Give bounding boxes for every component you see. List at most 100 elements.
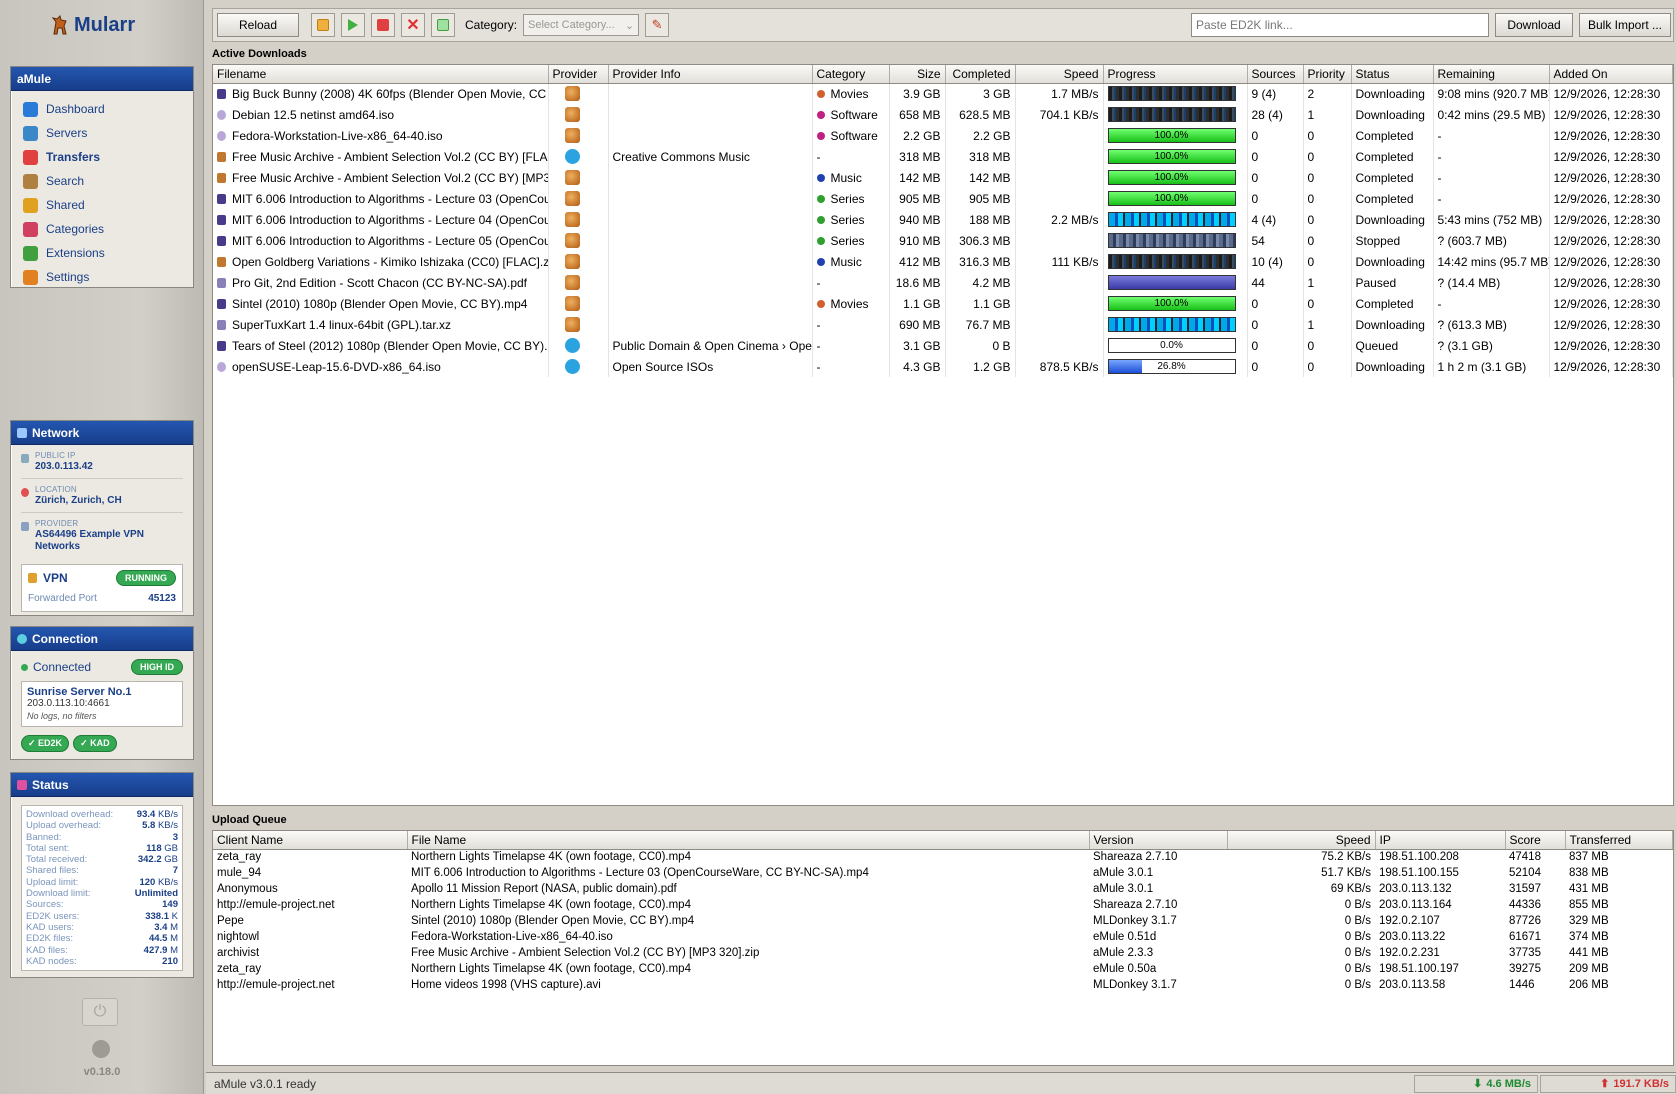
download-row[interactable]: openSUSE-Leap-15.6-DVD-x86_64.iso Open So… — [213, 356, 1673, 377]
column-header[interactable]: Provider — [548, 65, 609, 84]
upload-row[interactable]: archivist Free Music Archive - Ambient Se… — [213, 945, 1673, 961]
clear-completed-icon — [437, 19, 449, 31]
ip: 198.51.100.155 — [1379, 867, 1459, 879]
column-header[interactable]: Client Name — [213, 831, 408, 850]
upload-row[interactable]: Pepe Sintel (2010) 1080p (Blender Open Mo… — [213, 913, 1673, 929]
provider-cell — [548, 104, 609, 125]
public-ip-row: PUBLIC IP 203.0.113.42 — [21, 451, 183, 479]
column-header[interactable]: Status — [1351, 65, 1434, 84]
speed: 0 B/s — [1344, 963, 1371, 975]
column-header[interactable]: Progress — [1103, 65, 1248, 84]
category-cell: Movies — [812, 83, 890, 104]
speed: 0 B/s — [1344, 899, 1371, 911]
stop-button[interactable] — [371, 13, 395, 37]
power-button[interactable]: ⏻ — [82, 998, 118, 1026]
download-row[interactable]: Free Music Archive - Ambient Selection V… — [213, 146, 1673, 167]
remaining: - — [1433, 125, 1550, 146]
github-icon[interactable] — [92, 1040, 110, 1058]
download-row[interactable]: Sintel (2010) 1080p (Blender Open Movie,… — [213, 293, 1673, 314]
download-row[interactable]: Debian 12.5 netinst amd64.iso Software 658… — [213, 104, 1673, 125]
download-row[interactable]: Fedora-Workstation-Live-x86_64-40.iso Sof… — [213, 125, 1673, 146]
upload-row[interactable]: zeta_ray Northern Lights Timelapse 4K (ow… — [213, 849, 1673, 865]
upload-row[interactable]: zeta_ray Northern Lights Timelapse 4K (ow… — [213, 961, 1673, 977]
column-header[interactable]: Size — [889, 65, 946, 84]
status: Queued — [1351, 335, 1434, 356]
nav-item-transfers[interactable]: Transfers — [23, 145, 193, 169]
status-row: Upload overhead: 5.8 KB/s — [26, 820, 178, 831]
completed: 1.1 GB — [945, 293, 1016, 314]
column-header[interactable]: Added On — [1549, 65, 1673, 84]
clear-completed-button[interactable] — [431, 13, 455, 37]
nav-item-settings[interactable]: Settings — [23, 265, 193, 289]
download-row[interactable]: MIT 6.006 Introduction to Algorithms - L… — [213, 209, 1673, 230]
column-header[interactable]: Speed — [1227, 831, 1376, 850]
nav-panel: aMule Dashboard Servers Transfers Search Sha… — [10, 66, 194, 288]
score: 31597 — [1509, 883, 1541, 895]
status-value: Unlimited — [135, 888, 178, 899]
nav-item-categories[interactable]: Categories — [23, 217, 193, 241]
column-header[interactable]: Completed — [945, 65, 1016, 84]
download-row[interactable]: Tears of Steel (2012) 1080p (Blender Ope… — [213, 335, 1673, 356]
upload-row[interactable]: Anonymous Apollo 11 Mission Report (NASA,… — [213, 881, 1673, 897]
pause-button[interactable] — [311, 13, 335, 37]
download-row[interactable]: Open Goldberg Variations - Kimiko Ishiza… — [213, 251, 1673, 272]
column-header[interactable]: File Name — [407, 831, 1090, 850]
column-header[interactable]: Filename — [213, 65, 549, 84]
size: 658 MB — [889, 104, 946, 125]
upload-row[interactable]: mule_94 MIT 6.006 Introduction to Algorit… — [213, 865, 1673, 881]
download-row[interactable]: MIT 6.006 Introduction to Algorithms - L… — [213, 230, 1673, 251]
status-unit: K — [171, 910, 178, 922]
column-header[interactable]: Score — [1505, 831, 1566, 850]
upload-row[interactable]: http://emule-project.net Home videos 1998… — [213, 977, 1673, 993]
column-header[interactable]: IP — [1375, 831, 1506, 850]
upload-row[interactable]: http://emule-project.net Northern Lights … — [213, 897, 1673, 913]
bulk-import-button[interactable]: Bulk Import ... — [1579, 13, 1671, 37]
priority: 1 — [1303, 314, 1352, 335]
category-select[interactable]: Select Category... ⌄ — [523, 14, 640, 36]
network-panel-header: Network — [11, 421, 193, 445]
column-header[interactable]: Sources — [1247, 65, 1304, 84]
nav-item-shared[interactable]: Shared — [23, 193, 193, 217]
cancel-button[interactable]: ✕ — [401, 13, 425, 37]
server-box[interactable]: Sunrise Server No.1 203.0.113.10:4661 No… — [21, 681, 183, 727]
download-row[interactable]: Pro Git, 2nd Edition - Scott Chacon (CC … — [213, 272, 1673, 293]
column-header[interactable]: Provider Info — [608, 65, 813, 84]
video-file-icon — [217, 193, 226, 204]
column-header[interactable]: Priority — [1303, 65, 1352, 84]
category-select-value: Select Category... — [528, 19, 615, 31]
ed2k-link-input[interactable]: Paste ED2K link... — [1191, 13, 1489, 37]
edit-category-button[interactable]: ✎ — [645, 13, 670, 37]
progress-bar: 0.0% — [1107, 338, 1236, 353]
file-name: Fedora-Workstation-Live-x86_64-40.iso — [411, 931, 613, 943]
sources: 0 — [1247, 188, 1304, 209]
nav-item-servers[interactable]: Servers — [23, 121, 193, 145]
column-header[interactable]: Transferred — [1565, 831, 1673, 850]
app-logo[interactable]: Mularr — [50, 12, 135, 38]
download-row[interactable]: SuperTuxKart 1.4 linux-64bit (GPL).tar.x… — [213, 314, 1673, 335]
status-number: 149 — [162, 899, 178, 911]
download-row[interactable]: Free Music Archive - Ambient Selection V… — [213, 167, 1673, 188]
nav-item-extensions[interactable]: Extensions — [23, 241, 193, 265]
reload-button[interactable]: Reload — [217, 13, 299, 37]
completed: 0 B — [945, 335, 1016, 356]
nav-item-dashboard[interactable]: Dashboard — [23, 97, 193, 121]
transferred: 838 MB — [1569, 867, 1609, 879]
disc-file-icon — [217, 130, 226, 141]
server-address: 203.0.113.10:4661 — [27, 698, 110, 709]
progress-bar — [1107, 254, 1236, 269]
app-version: v0.18.0 — [83, 1066, 121, 1078]
filename-cell: openSUSE-Leap-15.6-DVD-x86_64.iso — [213, 356, 549, 377]
download-row[interactable]: MIT 6.006 Introduction to Algorithms - L… — [213, 188, 1673, 209]
nav-item-search[interactable]: Search — [23, 169, 193, 193]
column-header[interactable]: Remaining — [1433, 65, 1550, 84]
resume-button[interactable] — [341, 13, 365, 37]
progress-cell: 100.0% — [1103, 188, 1248, 209]
progress-text: 100.0% — [1154, 193, 1189, 204]
upload-row[interactable]: nightowl Fedora-Workstation-Live-x86_64-4… — [213, 929, 1673, 945]
download-button[interactable]: Download — [1495, 13, 1573, 37]
column-header[interactable]: Version — [1089, 831, 1228, 850]
column-header[interactable]: Category — [812, 65, 890, 84]
status: Downloading — [1351, 83, 1434, 104]
download-row[interactable]: Big Buck Bunny (2008) 4K 60fps (Blender … — [213, 83, 1673, 104]
column-header[interactable]: Speed — [1015, 65, 1104, 84]
